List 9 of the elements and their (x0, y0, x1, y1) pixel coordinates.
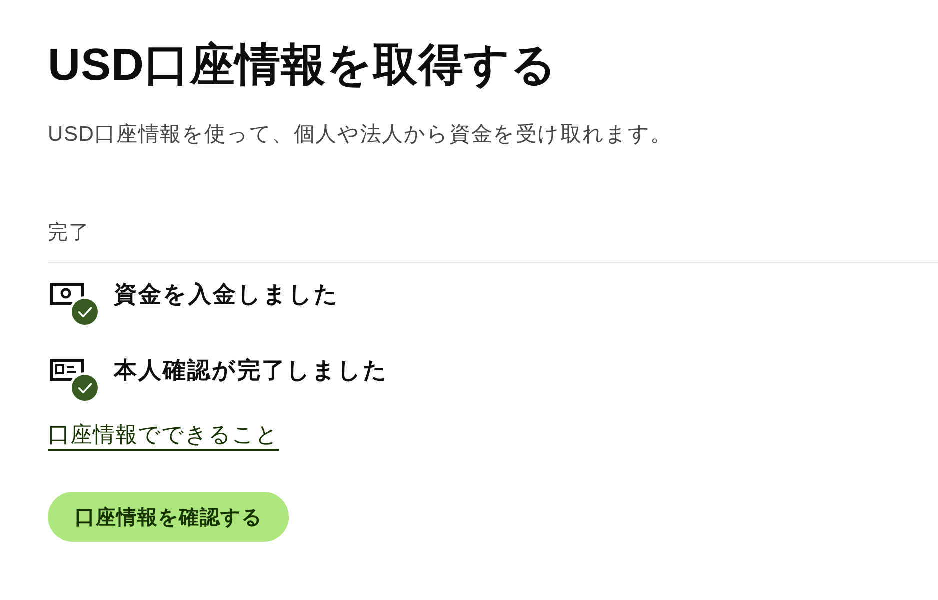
step-label: 資金を入金しました (114, 282, 340, 306)
page-title: USD口座情報を取得する (48, 38, 558, 92)
banknote-icon (50, 283, 84, 305)
page-subtitle: USD口座情報を使って、個人や法人から資金を受け取れます。 (48, 122, 674, 148)
confirm-account-details-button[interactable]: 口座情報を確認する (48, 492, 290, 542)
info-link[interactable]: 口座情報でできること (48, 421, 279, 451)
step-label: 本人確認が完了しました (114, 358, 388, 382)
id-card-icon (50, 359, 84, 381)
section-heading: 完了 (48, 222, 90, 244)
